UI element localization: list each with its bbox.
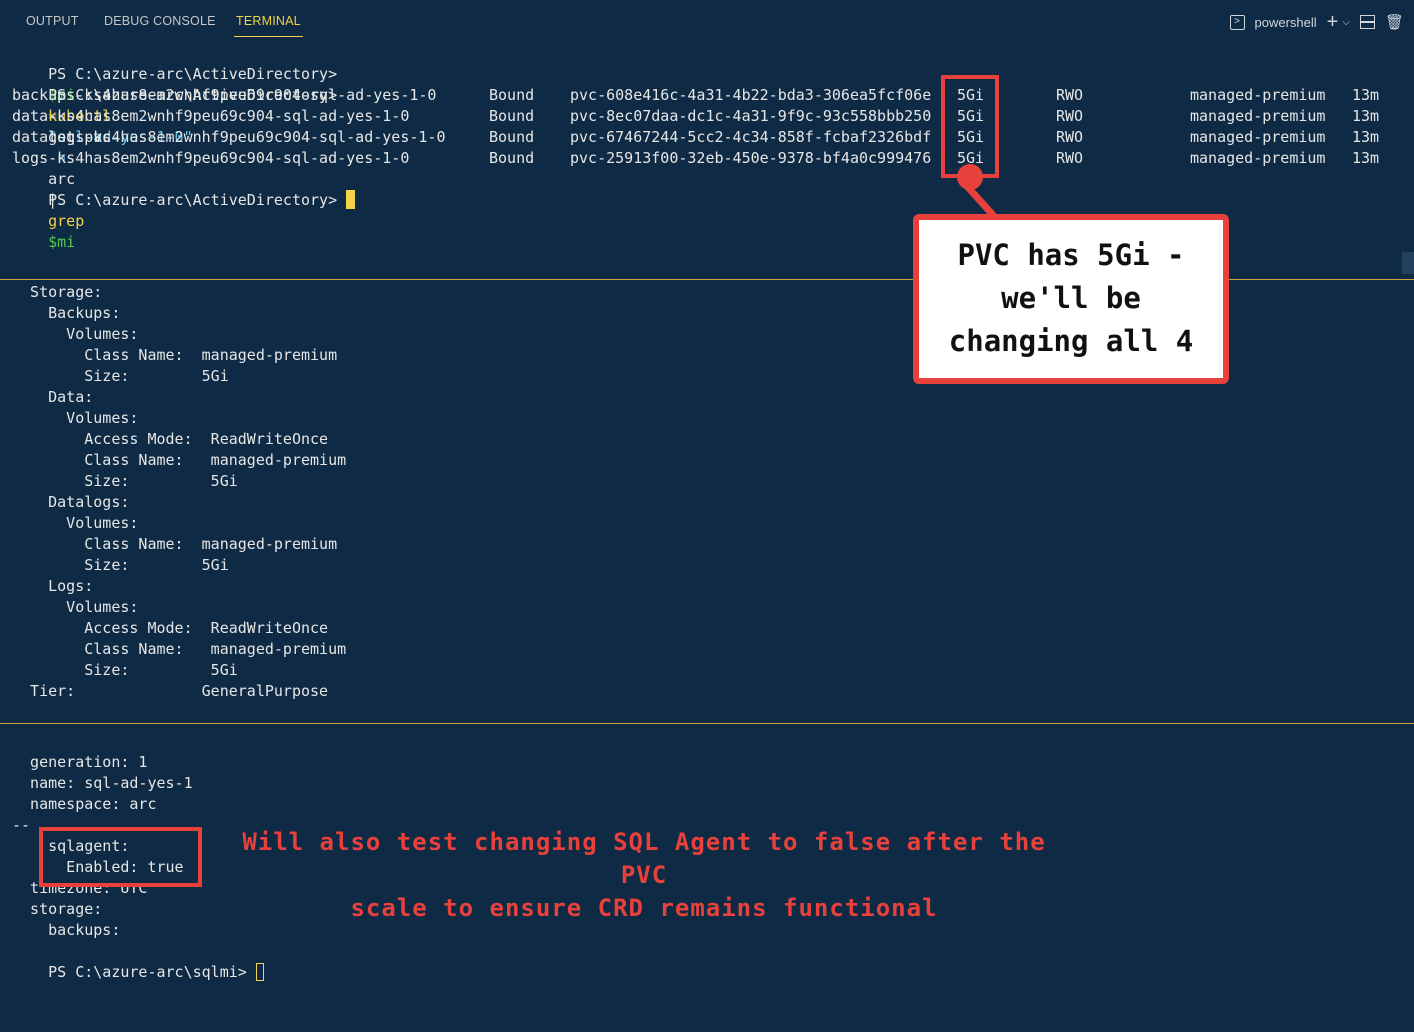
pvc-row-name: datalogs-ks4has8em2wnhf9peu69c904-sql-ad… <box>12 128 446 146</box>
text-cursor <box>255 963 264 981</box>
pvc-row-name: logs-ks4has8em2wnhf9peu69c904-sql-ad-yes… <box>12 149 410 167</box>
pvc-row-volume: pvc-67467244-5cc2-4c34-858f-fcbaf2326bdf <box>570 128 932 146</box>
output-line: backups: <box>12 921 121 939</box>
output-line: Access Mode: ReadWriteOnce <box>12 619 329 637</box>
pvc-row-access-mode: RWO <box>1056 149 1084 167</box>
annotation-line: scale to ensure CRD remains functional <box>350 894 938 922</box>
pvc-row-status: Bound <box>489 149 535 167</box>
command-line-2: PS C:\azure-arc\ActiveDirectory> kubectl… <box>12 64 337 251</box>
command: grep <box>48 212 85 230</box>
pvc-row-access-mode: RWO <box>1056 86 1084 104</box>
prompt-line[interactable]: PS C:\azure-arc\sqlmi> <box>12 941 264 981</box>
pvc-row-name: data-ks4has8em2wnhf9peu69c904-sql-ad-yes… <box>12 107 410 125</box>
plus-icon[interactable]: + <box>1327 11 1339 34</box>
pvc-row-volume: pvc-25913f00-32eb-450e-9378-bf4a0c999476 <box>570 149 932 167</box>
split-icon[interactable] <box>1359 15 1375 29</box>
pvc-row-storage-class: managed-premium <box>1190 86 1326 104</box>
pvc-row-storage-class: managed-premium <box>1190 107 1326 125</box>
command-line-1: PS C:\azure-arc\ActiveDirectory> $mi = "… <box>12 43 337 146</box>
output-line: Class Name: managed-premium <box>12 640 347 658</box>
pane-divider[interactable] <box>0 723 1414 724</box>
capacity-highlight-box <box>941 75 999 178</box>
output-line: Data: <box>12 388 94 406</box>
output-line: Datalogs: <box>12 493 130 511</box>
pvc-row-name: backups-ks4has8em2wnhf9peu69c904-sql-ad-… <box>12 86 437 104</box>
prompt-line[interactable]: PS C:\azure-arc\ActiveDirectory> <box>12 169 356 209</box>
callout-line: changing all 4 <box>948 324 1194 358</box>
callout-line: PVC has 5Gi - <box>957 238 1185 272</box>
output-line: Logs: <box>12 577 94 595</box>
output-line: Volumes: <box>12 409 139 427</box>
pvc-row-age: 13m <box>1352 149 1380 167</box>
pvc-row-volume: pvc-608e416c-4a31-4b22-bda3-306ea5fcf06e <box>570 86 932 104</box>
output-line: Volumes: <box>12 325 139 343</box>
tab-output[interactable]: OUTPUT <box>26 14 79 28</box>
output-line: storage: <box>12 900 103 918</box>
pvc-row-access-mode: RWO <box>1056 128 1084 146</box>
pvc-row-storage-class: managed-premium <box>1190 149 1326 167</box>
output-line: Volumes: <box>12 514 139 532</box>
output-line: Volumes: <box>12 598 139 616</box>
annotation-text: Will also test changing SQL Agent to fal… <box>214 826 1074 925</box>
chevron-down-icon[interactable]: ⌵ <box>1342 17 1350 28</box>
output-line: generation: 1 <box>12 753 148 771</box>
callout-box: PVC has 5Gi - we'll be changing all 4 <box>913 214 1229 384</box>
pvc-row-volume: pvc-8ec07daa-dc1c-4a31-9f9c-93c558bbb250 <box>570 107 932 125</box>
pvc-row-age: 13m <box>1352 86 1380 104</box>
panel-tab-bar: OUTPUT DEBUG CONSOLE TERMINAL > powershe… <box>0 0 1414 42</box>
scrollbar-thumb[interactable] <box>1402 252 1414 274</box>
pvc-row-status: Bound <box>489 86 535 104</box>
output-line: Class Name: managed-premium <box>12 451 347 469</box>
variable: $mi <box>48 233 76 251</box>
annotation-line: Will also test changing SQL Agent to fal… <box>242 828 1046 889</box>
output-line: Class Name: managed-premium <box>12 346 338 364</box>
tab-debug-console[interactable]: DEBUG CONSOLE <box>104 14 216 28</box>
output-line: Backups: <box>12 304 121 322</box>
callout-connector-line <box>963 182 997 219</box>
output-line: Access Mode: ReadWriteOnce <box>12 430 329 448</box>
pvc-row-access-mode: RWO <box>1056 107 1084 125</box>
output-line: Storage: <box>12 283 103 301</box>
text-cursor <box>346 190 356 209</box>
pvc-row-age: 13m <box>1352 128 1380 146</box>
pvc-row-status: Bound <box>489 128 535 146</box>
prompt: PS C:\azure-arc\sqlmi> <box>48 963 247 981</box>
terminal-icon[interactable]: > <box>1229 14 1245 30</box>
trash-icon[interactable]: 🗑 <box>1385 13 1404 31</box>
callout-line: we'll be <box>1001 281 1141 315</box>
output-line: Size: 5Gi <box>12 367 229 385</box>
output-line: -- <box>12 816 31 834</box>
output-line: Tier: GeneralPurpose <box>12 682 329 700</box>
output-line: namespace: arc <box>12 795 157 813</box>
pvc-row-storage-class: managed-premium <box>1190 128 1326 146</box>
shell-name[interactable]: powershell <box>1255 15 1317 30</box>
output-line: Size: 5Gi <box>12 556 229 574</box>
sqlagent-highlight-box <box>39 827 202 887</box>
tab-terminal[interactable]: TERMINAL <box>234 14 303 37</box>
output-line: Class Name: managed-premium <box>12 535 338 553</box>
pvc-row-status: Bound <box>489 107 535 125</box>
prompt: PS C:\azure-arc\ActiveDirectory> <box>48 191 338 209</box>
output-line: Size: 5Gi <box>12 661 238 679</box>
pvc-row-age: 13m <box>1352 107 1380 125</box>
output-line: name: sql-ad-yes-1 <box>12 774 193 792</box>
output-line: Size: 5Gi <box>12 472 238 490</box>
terminal-toolbar: > powershell + ⌵ 🗑 <box>1229 10 1404 34</box>
